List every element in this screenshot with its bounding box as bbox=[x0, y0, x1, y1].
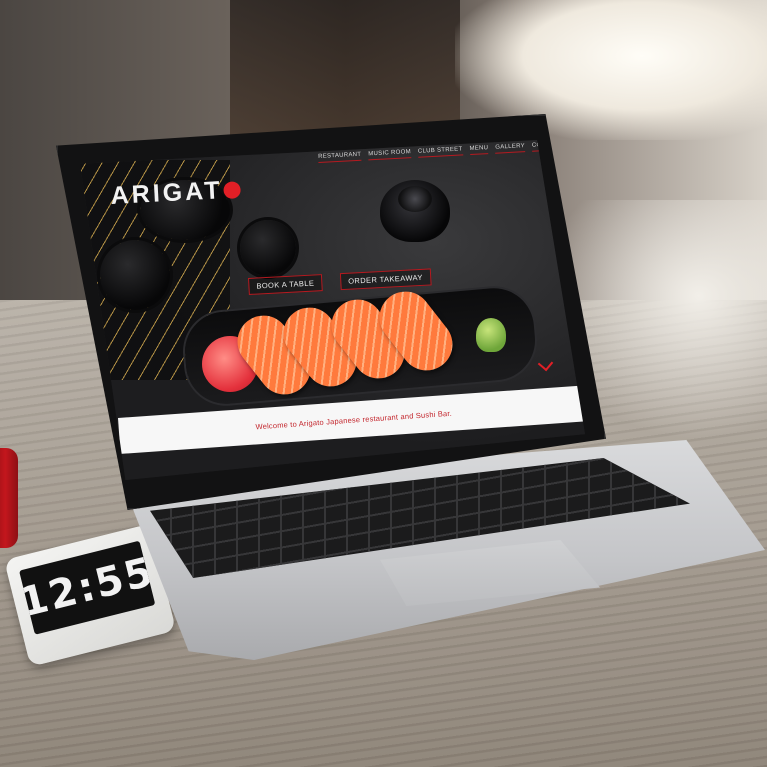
red-cup bbox=[0, 448, 18, 548]
nav-item-menu[interactable]: MENU bbox=[469, 145, 489, 156]
nav-item-gallery[interactable]: GALLERY bbox=[495, 143, 526, 154]
order-takeaway-button[interactable]: ORDER TAKEAWAY bbox=[339, 268, 432, 291]
wasabi bbox=[476, 318, 506, 352]
sauce-bowl bbox=[100, 240, 170, 310]
nav-item-club-street[interactable]: CLUB STREET bbox=[417, 146, 463, 158]
phone-screen: 12:55 bbox=[19, 540, 156, 635]
book-table-button[interactable]: BOOK A TABLE bbox=[248, 274, 323, 295]
teapot-lid bbox=[398, 186, 432, 212]
laptop-screen: ARIGAT RESTAURANT MUSIC ROOM CLUB STREET… bbox=[80, 140, 585, 480]
logo-text: ARIGAT bbox=[110, 176, 224, 210]
logo-dot-icon bbox=[223, 181, 242, 200]
phone-clock: 12:55 bbox=[19, 548, 156, 627]
nav-item-restaurant[interactable]: RESTAURANT bbox=[318, 151, 362, 163]
welcome-text: Welcome to Arigato Japanese restaurant a… bbox=[255, 408, 453, 431]
sauce-bowl bbox=[240, 220, 296, 276]
chevron-down-icon[interactable] bbox=[537, 355, 554, 372]
nav-item-music-room[interactable]: MUSIC ROOM bbox=[368, 149, 412, 161]
